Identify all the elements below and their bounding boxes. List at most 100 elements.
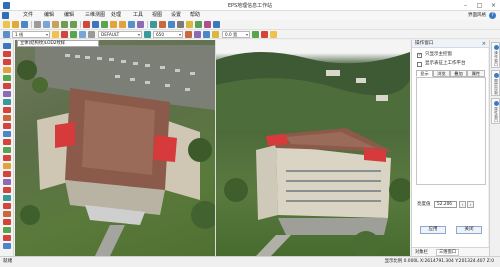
- line-icon[interactable]: [79, 31, 86, 38]
- polygon-tool-icon[interactable]: [3, 75, 11, 81]
- decrement-button[interactable]: ‹: [459, 201, 466, 208]
- new-file-icon[interactable]: [3, 21, 10, 28]
- contour-tool-icon[interactable]: [3, 219, 11, 225]
- pan-icon[interactable]: [128, 21, 135, 28]
- help-icon[interactable]: ?: [489, 12, 496, 19]
- pen-icon[interactable]: [61, 31, 68, 38]
- layer-combo[interactable]: 1 线 ▾: [12, 31, 50, 38]
- tab-display[interactable]: 显示: [416, 70, 433, 77]
- highlight-icon[interactable]: [212, 31, 219, 38]
- layer-icon[interactable]: [101, 21, 108, 28]
- break-tool-icon[interactable]: [3, 139, 11, 145]
- extend-tool-icon[interactable]: [3, 163, 11, 169]
- point-tool-icon[interactable]: [3, 51, 11, 57]
- road-tool-icon[interactable]: [3, 235, 11, 241]
- refresh-icon[interactable]: [168, 21, 175, 28]
- checkbox-show-platform[interactable]: [417, 62, 422, 67]
- paste-icon[interactable]: [52, 21, 59, 28]
- select-icon[interactable]: [92, 21, 99, 28]
- undo-icon[interactable]: [61, 21, 68, 28]
- zoom-in-icon[interactable]: [110, 21, 117, 28]
- align-icon[interactable]: [203, 31, 210, 38]
- color-icon[interactable]: [52, 31, 59, 38]
- grid-icon[interactable]: [195, 21, 202, 28]
- brush-icon[interactable]: [70, 31, 77, 38]
- measure-icon[interactable]: [137, 21, 144, 28]
- curve-tool-icon[interactable]: [3, 107, 11, 113]
- snap-icon[interactable]: [186, 21, 193, 28]
- fill-icon[interactable]: [88, 31, 95, 38]
- menu-file[interactable]: 文件: [23, 12, 33, 19]
- brightness-input[interactable]: 52.206: [434, 201, 457, 208]
- offset-tool-icon[interactable]: [3, 171, 11, 177]
- zoom-out-icon[interactable]: [119, 21, 126, 28]
- minimize-button[interactable]: –: [459, 1, 472, 10]
- copy-icon[interactable]: [43, 21, 50, 28]
- query-icon[interactable]: [204, 21, 211, 28]
- trim-tool-icon[interactable]: [3, 155, 11, 161]
- house-tool-icon[interactable]: [3, 187, 11, 193]
- close-window-button[interactable]: ×: [487, 1, 500, 10]
- mirror-icon[interactable]: [194, 31, 201, 38]
- 3d-view-icon[interactable]: [150, 21, 157, 28]
- maximize-button[interactable]: □: [473, 1, 486, 10]
- fullscreen-icon[interactable]: [213, 21, 220, 28]
- checkbox-show-main-window[interactable]: [417, 52, 422, 58]
- delete-icon[interactable]: [83, 21, 90, 28]
- settings-icon[interactable]: [177, 21, 184, 28]
- roof-tool-icon[interactable]: [3, 195, 11, 201]
- save-icon[interactable]: [21, 21, 28, 28]
- tab-overlay[interactable]: 叠加: [450, 70, 467, 77]
- menu-edit[interactable]: 编辑: [44, 12, 54, 19]
- panel-close-icon[interactable]: ×: [482, 41, 486, 47]
- pointer-tool-icon[interactable]: [3, 43, 11, 49]
- menu-settings[interactable]: 设置: [171, 12, 181, 19]
- texture-icon[interactable]: [159, 21, 166, 28]
- height-tool-icon[interactable]: [3, 211, 11, 217]
- tree-tool-icon[interactable]: [3, 227, 11, 233]
- arc-tool-icon[interactable]: [3, 99, 11, 105]
- app-menu-icon[interactable]: [2, 12, 9, 19]
- dock-tab-operation[interactable]: 操作窗口: [491, 42, 500, 68]
- scale-icon[interactable]: [144, 31, 151, 38]
- open-folder-icon[interactable]: [12, 21, 19, 28]
- menu-help[interactable]: 帮助: [190, 12, 200, 19]
- confirm-icon[interactable]: [252, 31, 259, 38]
- rect-tool-icon[interactable]: [3, 83, 11, 89]
- water-tool-icon[interactable]: [3, 243, 11, 249]
- redo-icon[interactable]: [70, 21, 77, 28]
- menu-3d-mapping[interactable]: 三维测图: [85, 12, 105, 19]
- close-button[interactable]: 关闭: [456, 226, 482, 234]
- node-tool-icon[interactable]: [3, 123, 11, 129]
- fillet-tool-icon[interactable]: [3, 179, 11, 185]
- tab-attributes[interactable]: 属性: [467, 70, 485, 77]
- rotate-icon[interactable]: [185, 31, 192, 38]
- cut-icon[interactable]: [34, 21, 41, 28]
- perspective-view[interactable]: [216, 40, 410, 256]
- menu-view[interactable]: 视图: [152, 12, 162, 19]
- menu-process[interactable]: 处理: [111, 12, 121, 19]
- tab-object-bar[interactable]: 对象栏: [415, 249, 428, 256]
- cancel-icon[interactable]: [261, 31, 268, 38]
- theme-style-label[interactable]: 界面风格: [468, 12, 486, 19]
- wall-tool-icon[interactable]: [3, 203, 11, 209]
- top-down-view[interactable]: 立体(结构纹)LOD2纹样: [15, 40, 215, 256]
- scale-combo[interactable]: 650 ▾: [153, 31, 183, 38]
- circle-tool-icon[interactable]: [3, 91, 11, 97]
- menu-edit-2[interactable]: 编辑: [64, 12, 74, 19]
- increment-button[interactable]: ›: [467, 201, 474, 208]
- text-tool-icon[interactable]: [3, 115, 11, 121]
- tab-3d-window[interactable]: 三维窗口: [436, 249, 460, 256]
- 3d-viewport[interactable]: 立体(结构纹)LOD2纹样: [15, 40, 410, 256]
- layer-toggle-icon[interactable]: [3, 31, 10, 38]
- dock-tab-layers[interactable]: 图层控制: [491, 70, 500, 96]
- polyline-tool-icon[interactable]: [3, 67, 11, 73]
- style-combo[interactable]: DEFAULT ▾: [98, 31, 142, 38]
- tab-browse[interactable]: 浏览: [433, 70, 450, 77]
- apply-button[interactable]: 应用: [420, 226, 446, 234]
- menu-tools[interactable]: 工具: [133, 12, 143, 19]
- move-tool-icon[interactable]: [3, 131, 11, 137]
- width-combo[interactable]: 0.0 宽 ▾: [222, 31, 250, 38]
- view-tab-label[interactable]: 立体(结构纹)LOD2纹样: [17, 40, 99, 47]
- join-tool-icon[interactable]: [3, 147, 11, 153]
